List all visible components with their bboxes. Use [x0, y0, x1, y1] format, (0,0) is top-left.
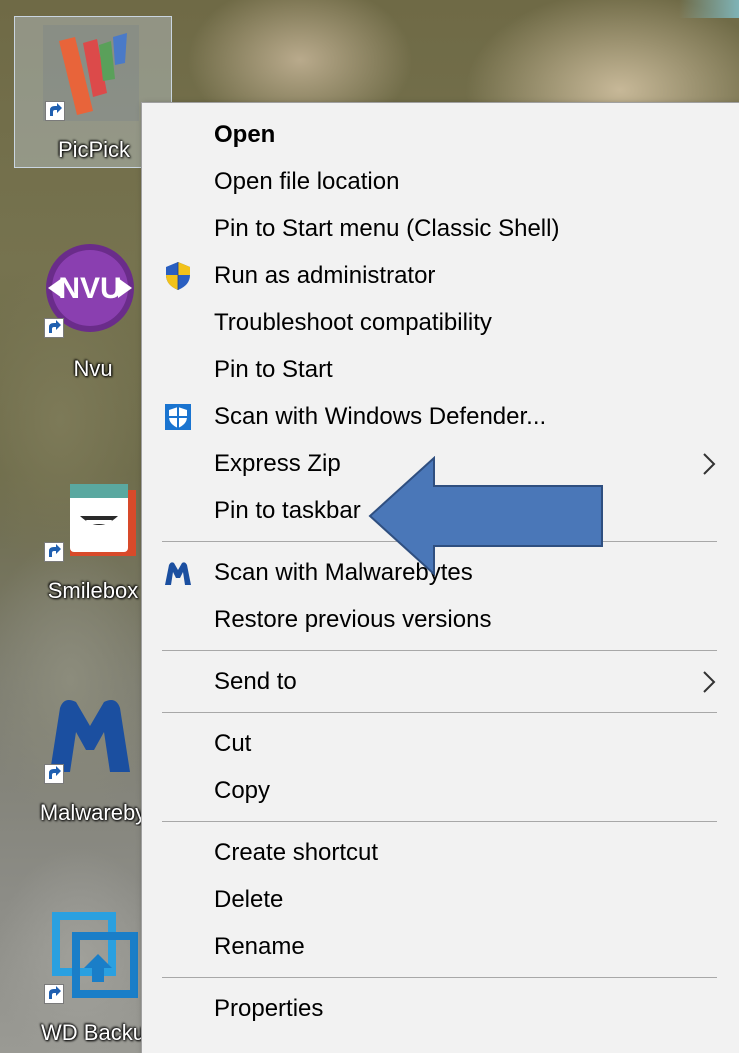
menu-item-label: Open	[214, 121, 276, 148]
menu-item-pin-to-start-menu-classic-shell[interactable]: Pin to Start menu (Classic Shell)	[142, 205, 739, 252]
menu-item-label: Send to	[214, 668, 297, 695]
menu-item-label: Rename	[214, 933, 305, 960]
menu-item-run-as-administrator[interactable]: Run as administrator	[142, 252, 739, 299]
menu-item-scan-with-windows-defender[interactable]: Scan with Windows Defender...	[142, 393, 739, 440]
menu-item-label: Properties	[214, 995, 324, 1022]
menu-item-cut[interactable]: Cut	[142, 720, 739, 767]
annotation-arrow-icon	[368, 456, 606, 576]
shortcut-arrow-icon	[44, 984, 64, 1004]
windows-defender-icon	[162, 401, 194, 433]
nvu-logo-text: NVU	[58, 272, 121, 305]
menu-item-open[interactable]: Open	[142, 111, 739, 158]
menu-item-label: Copy	[214, 777, 271, 804]
context-menu: Open Open file location Pin to Start men…	[141, 102, 739, 1053]
menu-item-pin-to-start[interactable]: Pin to Start	[142, 346, 739, 393]
chevron-right-icon	[699, 452, 719, 476]
menu-item-send-to[interactable]: Send to	[142, 658, 739, 705]
shortcut-arrow-icon	[45, 101, 65, 121]
menu-item-label: Open file location	[214, 168, 400, 195]
menu-item-open-file-location[interactable]: Open file location	[142, 158, 739, 205]
menu-item-rename[interactable]: Rename	[142, 923, 739, 970]
shortcut-arrow-icon	[44, 318, 64, 338]
menu-item-delete[interactable]: Delete	[142, 876, 739, 923]
menu-item-restore-previous-versions[interactable]: Restore previous versions	[142, 596, 739, 643]
menu-item-properties[interactable]: Properties	[142, 985, 739, 1032]
menu-separator	[162, 977, 717, 978]
menu-item-label: Express Zip	[214, 450, 341, 477]
menu-item-label: Troubleshoot compatibility	[214, 309, 492, 336]
shortcut-arrow-icon	[44, 542, 64, 562]
menu-separator	[162, 712, 717, 713]
menu-item-copy[interactable]: Copy	[142, 767, 739, 814]
menu-item-label: Pin to Start menu (Classic Shell)	[214, 215, 560, 242]
menu-item-create-shortcut[interactable]: Create shortcut	[142, 829, 739, 876]
shortcut-arrow-icon	[44, 764, 64, 784]
menu-item-label: Run as administrator	[214, 262, 436, 289]
menu-separator	[162, 650, 717, 651]
uac-shield-icon	[162, 260, 194, 292]
malwarebytes-icon	[162, 557, 194, 589]
menu-item-label: Pin to taskbar	[214, 497, 361, 524]
menu-item-label: Cut	[214, 730, 252, 757]
menu-item-label: Scan with Windows Defender...	[214, 403, 547, 430]
menu-separator	[162, 821, 717, 822]
menu-item-label: Pin to Start	[214, 356, 333, 383]
chevron-right-icon	[699, 670, 719, 694]
menu-item-label: Delete	[214, 886, 284, 913]
menu-item-label: Create shortcut	[214, 839, 379, 866]
wallpaper-sea	[679, 0, 739, 18]
menu-item-label: Restore previous versions	[214, 606, 492, 633]
menu-item-troubleshoot-compatibility[interactable]: Troubleshoot compatibility	[142, 299, 739, 346]
